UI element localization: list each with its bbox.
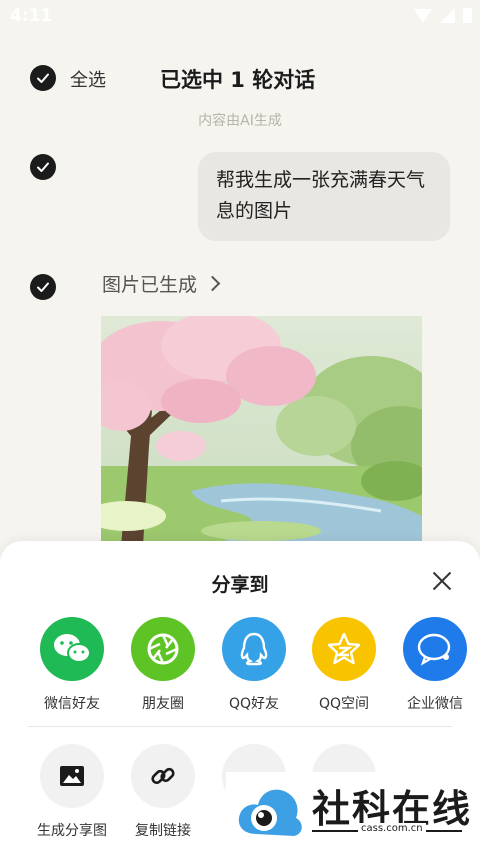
user-message-bubble: 帮我生成一张充满春天气息的图片: [198, 152, 450, 241]
image-icon: [40, 744, 104, 808]
share-label: 企业微信: [407, 696, 463, 712]
share-label: 朋友圈: [142, 696, 184, 712]
watermark-url: cass.com.cn: [358, 823, 426, 834]
copy-link-button[interactable]: 复制链接: [118, 744, 208, 840]
page-title: 已选中 1 轮对话: [160, 68, 316, 92]
share-label: 微信好友: [44, 696, 100, 712]
qzone-icon: [312, 617, 376, 681]
divider: [28, 726, 452, 727]
qq-icon: [222, 617, 286, 681]
share-wecom[interactable]: 企业微信: [390, 617, 480, 713]
close-icon[interactable]: [432, 571, 452, 591]
checkmark-icon: [37, 282, 49, 292]
share-label: QQ好友: [228, 696, 280, 712]
image-generated-label: 图片已生成: [102, 274, 198, 296]
status-bar: 4:11: [0, 0, 480, 32]
status-icons: [414, 8, 472, 23]
generate-share-image-button[interactable]: 生成分享图: [27, 744, 117, 840]
moments-icon: [131, 617, 195, 681]
battery-icon: [463, 8, 472, 23]
share-label: QQ空间: [318, 696, 370, 712]
wifi-icon: [414, 8, 432, 23]
chevron-right-icon: [204, 275, 221, 292]
wechat-icon: [40, 617, 104, 681]
watermark: 社科在线 cass.com.cn: [226, 772, 480, 853]
image-generated-link[interactable]: 图片已生成: [102, 270, 221, 297]
tool-label: 生成分享图: [37, 823, 107, 839]
generated-spring-image[interactable]: [101, 316, 422, 546]
link-icon: [131, 744, 195, 808]
checkmark-icon: [37, 73, 49, 83]
message-checkbox-user[interactable]: [30, 154, 56, 180]
watermark-logo-icon: [238, 789, 302, 836]
wecom-icon: [403, 617, 467, 681]
checkmark-icon: [37, 162, 49, 172]
ai-generated-note: 内容由AI生成: [198, 113, 282, 129]
share-moments[interactable]: 朋友圈: [118, 617, 208, 713]
share-sheet-title: 分享到: [211, 574, 269, 596]
share-qq-friend[interactable]: QQ好友: [209, 617, 299, 713]
status-time: 4:11: [10, 6, 53, 26]
share-qzone[interactable]: QQ空间: [299, 617, 389, 713]
tool-label: 复制链接: [135, 823, 191, 839]
select-all-label[interactable]: 全选: [70, 66, 106, 92]
message-checkbox-ai[interactable]: [30, 274, 56, 300]
signal-icon: [440, 8, 455, 23]
select-all-checkbox[interactable]: [30, 65, 56, 91]
share-wechat-friend[interactable]: 微信好友: [27, 617, 117, 713]
